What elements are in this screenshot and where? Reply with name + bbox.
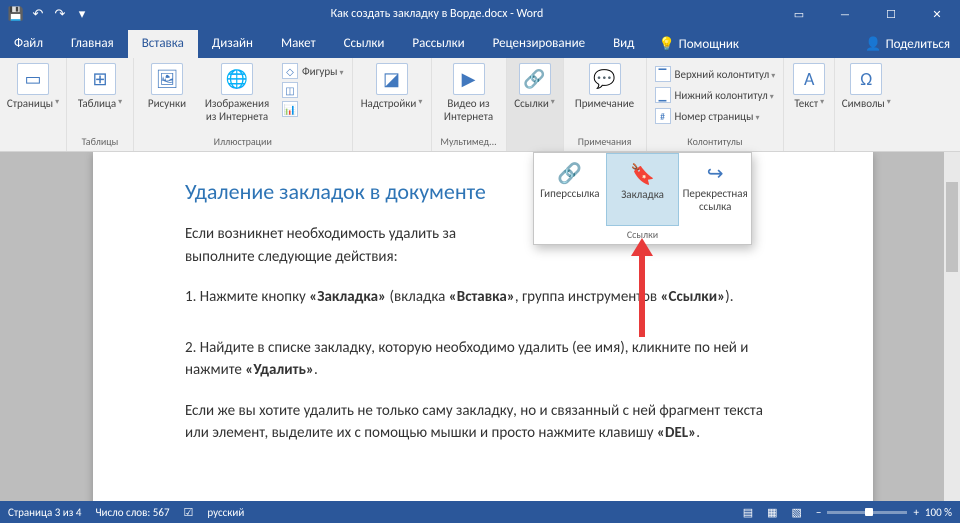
tab-review[interactable]: Рецензирование [479,30,599,58]
footer-button[interactable]: ▁Нижний колонтитул [653,86,778,104]
ribbon-tabs: Файл Главная Вставка Дизайн Макет Ссылки… [0,28,960,58]
ribbon: ▭Страницы ⊞Таблица Таблицы 🖼Рисунки 🌐Изо… [0,58,960,152]
textbox-icon: A [793,63,825,95]
close-icon[interactable]: ✕ [914,0,960,28]
text-button[interactable]: AТекст [788,61,830,124]
video-icon: ▶ [453,63,485,95]
zoom-level[interactable]: 100 % [925,506,952,519]
addin-icon: ◪ [376,63,408,95]
scroll-thumb[interactable] [946,182,958,272]
comment-icon: 💬 [589,63,621,95]
document-page[interactable]: Удаление закладок в документе Если возни… [93,152,873,501]
shapes-button[interactable]: ◇Фигуры [280,62,346,80]
qat-more-icon[interactable]: ▾ [74,6,90,22]
smartart-button[interactable]: ◫ [280,81,346,99]
online-picture-icon: 🌐 [221,63,253,95]
ribbon-display-icon[interactable]: ▭ [776,0,822,28]
crossref-button[interactable]: ↪Перекрестная ссылка [679,153,751,226]
status-bar: Страница 3 из 4 Число слов: 567 ☑ русски… [0,501,960,523]
save-icon[interactable]: 💾 [8,6,24,22]
tab-home[interactable]: Главная [57,30,128,58]
zoom-control[interactable]: − + 100 % [816,506,952,519]
group-label: Таблицы [82,134,119,149]
hyperlink-button[interactable]: 🔗Гиперссылка [534,153,606,226]
pages-button[interactable]: ▭Страницы [4,61,62,124]
view-web-icon[interactable]: ▧ [792,506,802,519]
zoom-out-icon[interactable]: − [816,506,821,519]
pagenum-icon: # [655,108,671,124]
link-icon: 🔗 [519,63,551,95]
chart-button[interactable]: 📊 [280,100,346,118]
word-count[interactable]: Число слов: 567 [95,506,169,519]
vertical-scrollbar[interactable] [944,152,960,501]
view-read-icon[interactable]: ▤ [743,506,753,519]
group-label: Иллюстрации [214,134,272,149]
tab-references[interactable]: Ссылки [330,30,399,58]
addins-button[interactable]: ◪Надстройки [357,61,427,124]
smartart-icon: ◫ [282,82,298,98]
language-indicator[interactable]: русский [207,506,244,519]
group-label: Примечания [578,134,632,149]
tab-file[interactable]: Файл [0,30,57,58]
comment-button[interactable]: 💬Примечание [568,61,642,124]
picture-icon: 🖼 [151,63,183,95]
bookmark-icon: 🔖 [628,160,658,188]
pictures-button[interactable]: 🖼Рисунки [138,61,196,124]
paragraph: Если же вы хотите удалить не только саму… [185,400,781,445]
maximize-icon[interactable]: ☐ [868,0,914,28]
bookmark-button[interactable]: 🔖Закладка [606,153,680,226]
tab-mailings[interactable]: Рассылки [398,30,478,58]
lightbulb-icon: 💡 [658,37,674,52]
table-button[interactable]: ⊞Таблица [71,61,129,124]
header-button[interactable]: ▔Верхний колонтитул [653,65,778,83]
hyperlink-icon: 🔗 [555,159,585,187]
crossref-icon: ↪ [700,159,730,187]
chart-icon: 📊 [282,101,298,117]
paragraph: 2. Найдите в списке закладку, которую не… [185,337,781,382]
annotation-arrow [639,245,645,337]
quick-access-toolbar: 💾 ↶ ↷ ▾ [0,6,98,22]
online-video-button[interactable]: ▶Видео из Интернета [436,61,502,125]
group-label: Мультимед... [440,134,496,149]
shapes-icon: ◇ [282,63,298,79]
title-bar: 💾 ↶ ↷ ▾ Как создать закладку в Ворде.doc… [0,0,960,28]
zoom-slider[interactable] [827,511,907,514]
tab-view[interactable]: Вид [599,30,648,58]
spellcheck-icon[interactable]: ☑ [184,506,194,519]
undo-icon[interactable]: ↶ [30,6,46,22]
tell-me[interactable]: 💡Помощник [648,31,749,58]
tab-design[interactable]: Дизайн [198,30,267,58]
page-indicator[interactable]: Страница 3 из 4 [8,506,81,519]
window-title: Как создать закладку в Ворде.docx - Word [98,7,776,21]
tab-layout[interactable]: Макет [267,30,330,58]
redo-icon[interactable]: ↷ [52,6,68,22]
table-icon: ⊞ [84,63,116,95]
footer-icon: ▁ [655,87,671,103]
group-label: Колонтитулы [687,134,742,149]
view-print-icon[interactable]: ▦ [767,506,777,519]
header-icon: ▔ [655,66,671,82]
group-label [32,134,34,149]
zoom-in-icon[interactable]: + [913,506,918,519]
tab-insert[interactable]: Вставка [128,30,198,58]
share-icon: 👤 [865,37,881,52]
paragraph: 1. Нажмите кнопку «Закладка» (вкладка «В… [185,286,781,309]
omega-icon: Ω [850,63,882,95]
page-icon: ▭ [17,63,49,95]
links-button[interactable]: 🔗Ссылки [511,61,559,124]
page-number-button[interactable]: #Номер страницы [653,107,778,125]
online-pictures-button[interactable]: 🌐Изображения из Интернета [198,61,276,125]
minimize-icon[interactable]: — [822,0,868,28]
document-area: Удаление закладок в документе Если возни… [0,152,960,501]
symbols-button[interactable]: ΩСимволы [839,61,893,124]
share-button[interactable]: 👤Поделиться [855,31,960,58]
